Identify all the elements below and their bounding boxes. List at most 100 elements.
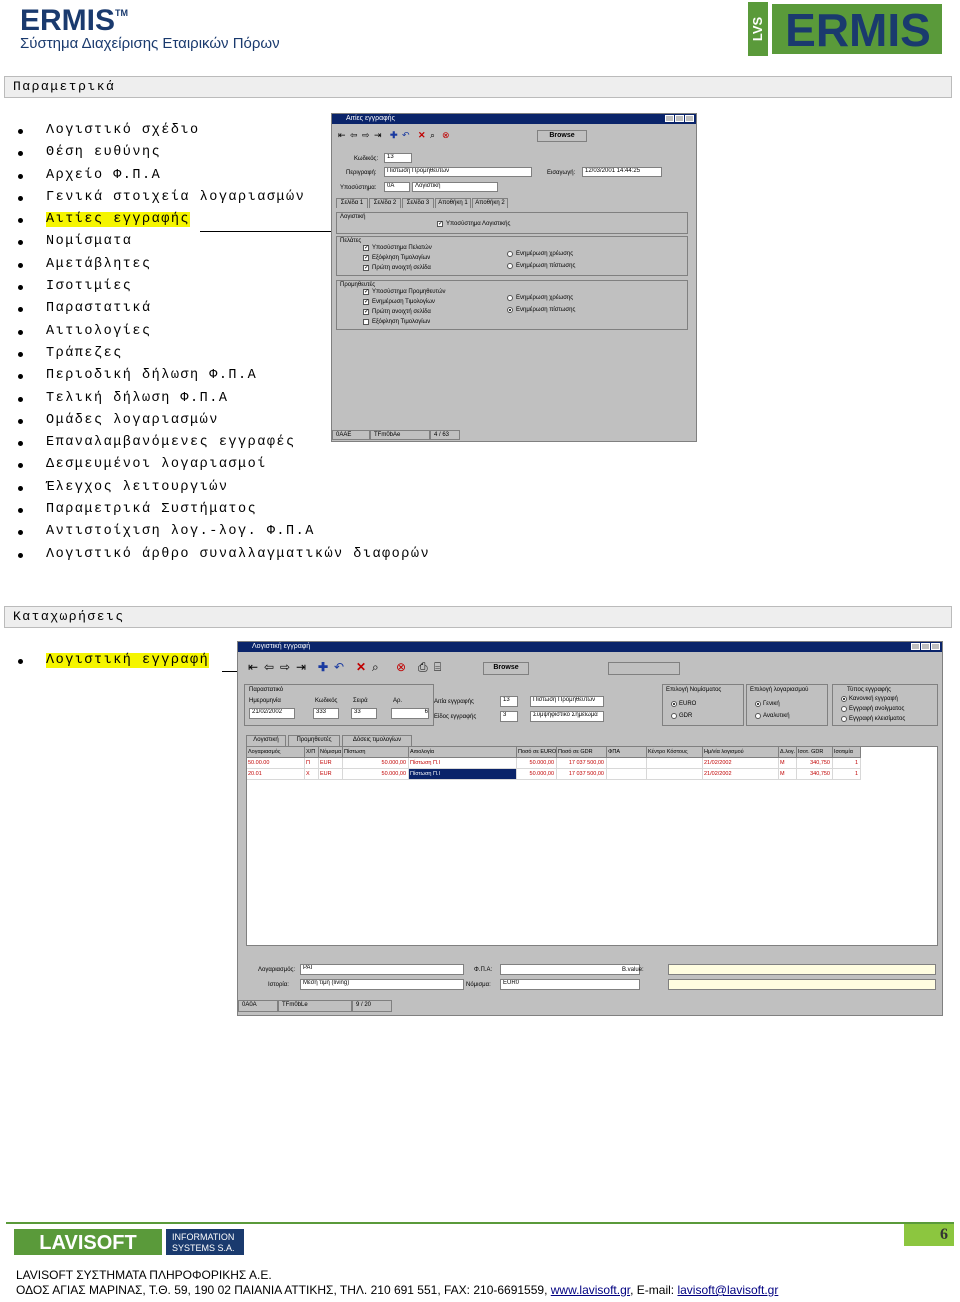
tab-page1[interactable]: Σελίδα 1 (336, 198, 368, 208)
print-icon[interactable]: ⎙ (418, 661, 428, 673)
ar-field[interactable]: 6 (391, 708, 429, 719)
eisagogi-field[interactable]: 12/03/2001 14:44:25 (582, 167, 662, 177)
col-header[interactable]: Αιτιολογία (409, 747, 517, 758)
radio-pelates-2[interactable] (507, 263, 513, 269)
aitia-name-field[interactable]: Πίστωση Προμηθευτών (530, 696, 604, 707)
footer-email-link[interactable]: lavisoft@lavisoft.gr (677, 1283, 778, 1297)
logar-field[interactable]: PAI (300, 964, 464, 975)
kod-field[interactable]: 333 (313, 708, 339, 719)
fpa-field[interactable] (500, 964, 640, 975)
checkbox-pelates-3[interactable]: ✓ (363, 265, 369, 271)
col-header[interactable]: Δ.λογ. (779, 747, 797, 758)
undo-icon[interactable]: ↶ (402, 130, 410, 140)
menu-item[interactable]: Λογιστικό άρθρο συναλλαγματικών διαφορών (16, 544, 430, 566)
add-icon[interactable]: ✚ (390, 130, 398, 140)
radio-kleisimatos[interactable] (841, 716, 847, 722)
radio-gdr[interactable] (671, 713, 677, 719)
cell (647, 769, 703, 780)
col-header[interactable]: Ημ/νία λογισμού (703, 747, 779, 758)
col-header[interactable]: Ποσό σε EURO (517, 747, 557, 758)
radio-euro[interactable] (671, 701, 677, 707)
tab-page3[interactable]: Σελίδα 3 (402, 198, 434, 208)
last-record-icon[interactable]: ⇥ (374, 130, 382, 140)
footer-web-link[interactable]: www.lavisoft.gr (551, 1283, 630, 1297)
maximize-button[interactable] (921, 643, 930, 650)
checkbox-prom-3[interactable]: ✓ (363, 309, 369, 315)
add-icon[interactable]: ✚ (318, 661, 328, 673)
col-header[interactable]: ΦΠΑ (607, 747, 647, 758)
tab-store2[interactable]: Αποθήκη 2 (472, 198, 508, 208)
seira-field[interactable]: 33 (351, 708, 377, 719)
menu-item[interactable]: Δεσμευμένοι λογαριασμοί (16, 454, 430, 476)
undo-icon[interactable]: ↶ (334, 661, 344, 673)
radio-pelates-1[interactable] (507, 251, 513, 257)
stop-icon[interactable]: ⊗ (442, 130, 450, 140)
aitia-code-field[interactable]: 13 (500, 696, 518, 707)
search-icon[interactable]: ⌕ (430, 130, 435, 140)
prev-record-icon[interactable]: ⇦ (264, 661, 274, 673)
radio-kanoniki[interactable] (841, 696, 847, 702)
delete-icon[interactable]: ✕ (356, 661, 366, 673)
extra-field[interactable] (668, 979, 936, 990)
last-record-icon[interactable]: ⇥ (296, 661, 306, 673)
col-header[interactable]: Ισοτ. GDR (797, 747, 833, 758)
checkbox-pelates-1[interactable]: ✓ (363, 245, 369, 251)
col-header[interactable]: Κέντρο Κόστους (647, 747, 703, 758)
minimize-button[interactable] (665, 115, 674, 122)
col-header[interactable]: Νόμισμα (319, 747, 343, 758)
eidos-name-field[interactable]: Συμψηφιστικό Σημείωμα (530, 711, 604, 722)
col-header[interactable]: Λογαριασμός (247, 747, 305, 758)
preview-icon[interactable]: ⌸ (434, 661, 441, 673)
first-record-icon[interactable]: ⇤ (338, 130, 346, 140)
menu-item[interactable]: Αντιστοίχιση λογ.-λογ. Φ.Π.Α (16, 521, 430, 543)
menu-item[interactable]: Παραμετρικά Συστήματος (16, 499, 430, 521)
close-button[interactable] (931, 643, 940, 650)
checkbox-prom-4[interactable] (363, 319, 369, 325)
ypos-name-field[interactable]: Λογιστική (412, 182, 498, 192)
maximize-button[interactable] (675, 115, 684, 122)
menu-item[interactable]: Έλεγχος λειτουργιών (16, 477, 430, 499)
tab-page2[interactable]: Σελίδα 2 (369, 198, 401, 208)
radio-prom-2[interactable] (507, 307, 513, 313)
cell-selected[interactable]: Πίστωση Π.Ι (409, 769, 517, 780)
radio-anoigmatos[interactable] (841, 706, 847, 712)
perigrafi-field[interactable]: Πίστωση Προμηθευτών (384, 167, 532, 177)
checkbox-prom-1[interactable]: ✓ (363, 289, 369, 295)
browse-button[interactable]: Browse (483, 662, 529, 675)
col-header[interactable]: Πίστωση (343, 747, 409, 758)
col-header[interactable]: Ισοτιμία (833, 747, 861, 758)
radio-prom-1[interactable] (507, 295, 513, 301)
checkbox-label: Υποσύστημα Λογιστικής (446, 221, 511, 227)
tab-doseis[interactable]: Δόσεις τιμολογίων (342, 735, 412, 746)
eidos-code-field[interactable]: 3 (500, 711, 518, 722)
istoria-field[interactable]: Μέση τιμή (living) (300, 979, 464, 990)
date-field[interactable]: 21/02/2002 (249, 708, 295, 719)
tab-logistiki[interactable]: Λογιστική (246, 735, 286, 746)
tab-promitheutes[interactable]: Προμηθευτές (288, 735, 340, 746)
search-icon[interactable]: ⌕ (372, 661, 379, 673)
close-button[interactable] (685, 115, 694, 122)
bvalue-field[interactable] (668, 964, 936, 975)
menu-item-highlighted[interactable]: Λογιστική εγγραφή (16, 650, 210, 672)
checkbox-pelates-2[interactable]: ✓ (363, 255, 369, 261)
ypos-code-field[interactable]: 0A (384, 182, 410, 192)
first-record-icon[interactable]: ⇤ (248, 661, 258, 673)
prev-record-icon[interactable]: ⇦ (350, 130, 358, 140)
browse-button[interactable]: Browse (537, 130, 587, 142)
checkbox-logistiki[interactable]: ✓ (437, 221, 443, 227)
stop-icon[interactable]: ⊗ (396, 661, 406, 673)
tab-store1[interactable]: Αποθήκη 1 (435, 198, 471, 208)
next-record-icon[interactable]: ⇨ (280, 661, 290, 673)
date-label: Ημερομηνία (249, 698, 281, 704)
minimize-button[interactable] (911, 643, 920, 650)
radio-geniki[interactable] (755, 701, 761, 707)
kodikos-field[interactable]: 13 (384, 153, 412, 163)
next-record-icon[interactable]: ⇨ (362, 130, 370, 140)
radio-analytiki[interactable] (755, 713, 761, 719)
checkbox-prom-2[interactable]: ✓ (363, 299, 369, 305)
col-header[interactable]: Χ/Π (305, 747, 319, 758)
nomisma-field[interactable]: EUR0 (500, 979, 640, 990)
col-header[interactable]: Ποσό σε GDR (557, 747, 607, 758)
checkbox-label: Εξόφληση Τιμολογίων (372, 255, 431, 261)
delete-icon[interactable]: ✕ (418, 130, 426, 140)
